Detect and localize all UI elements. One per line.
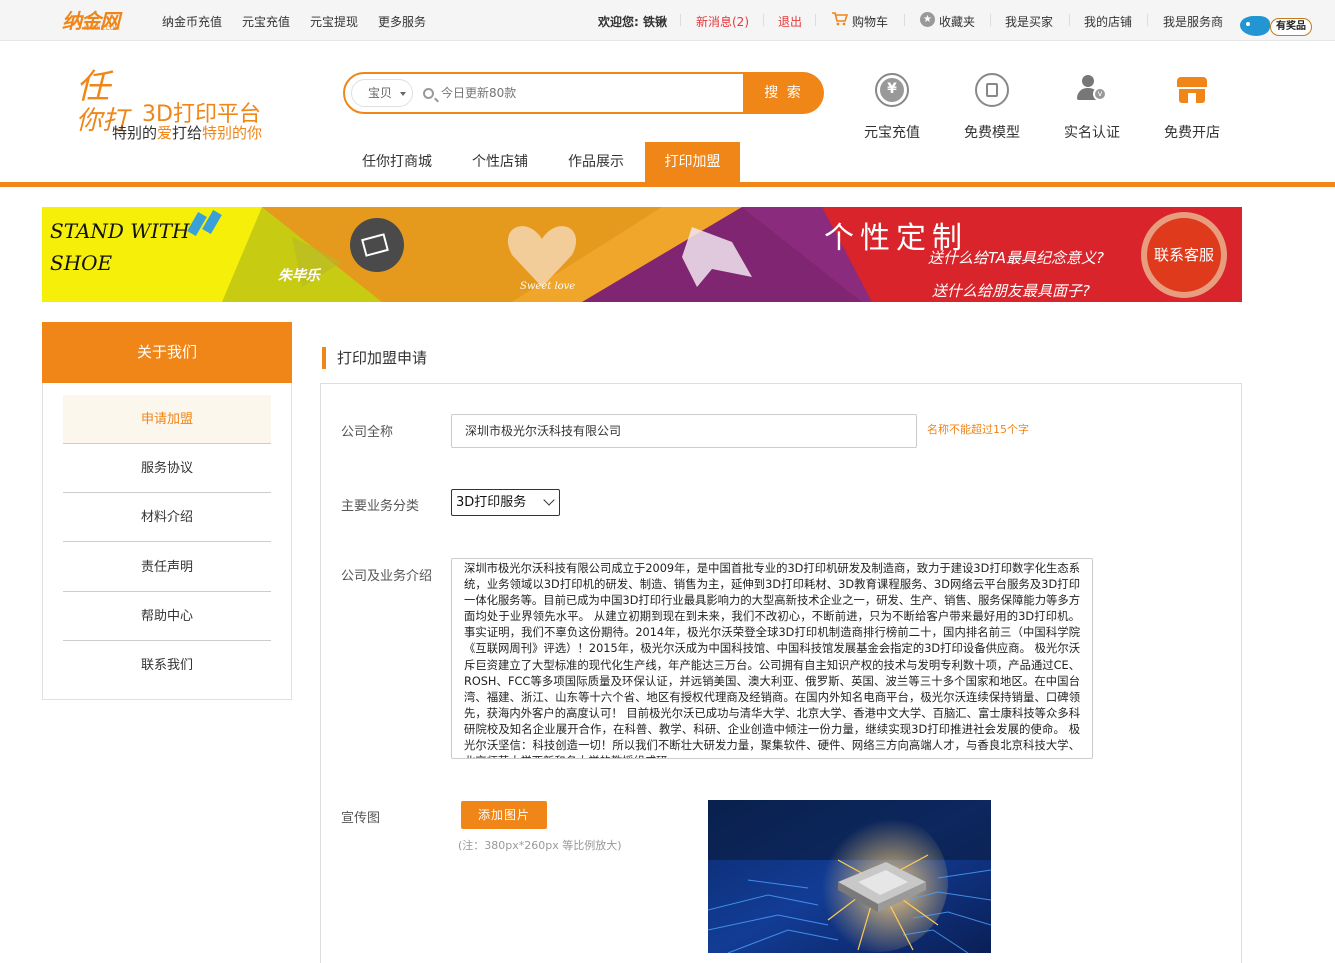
banner-heart-text: Sweet love xyxy=(520,281,576,292)
company-intro-label: 公司及业务介绍 xyxy=(341,569,433,584)
sidebar-item-service-agreement[interactable]: 服务协议 xyxy=(63,444,271,493)
link-coin-recharge[interactable]: 纳金币充值 xyxy=(162,13,222,30)
banner-line2: 送什么给朋友最具面子? xyxy=(932,282,1090,300)
dolphin-icon xyxy=(1240,16,1270,36)
user-verify-icon: v xyxy=(1075,73,1109,107)
caret-down-icon xyxy=(400,92,406,96)
divider xyxy=(904,14,905,26)
star-icon[interactable]: ★ xyxy=(920,12,935,27)
link-yuanbao-recharge[interactable]: 元宝充值 xyxy=(242,13,290,30)
top-bar: 纳金网 NARKII.COM 纳金币充值 元宝充值 元宝提现 更多服务 欢迎您:… xyxy=(0,0,1335,41)
shop-icon xyxy=(1175,73,1209,107)
link-cart[interactable]: 购物车 xyxy=(852,13,888,30)
search-field xyxy=(413,72,745,114)
quick-free-models[interactable]: 免费模型 xyxy=(957,73,1027,142)
yuan-icon: ¥ xyxy=(875,73,909,107)
search-icon xyxy=(423,88,434,99)
sidebar-item-contact[interactable]: 联系我们 xyxy=(63,641,271,690)
divider xyxy=(763,14,764,26)
banner-text-stand: STAND WITH xyxy=(50,219,190,243)
divider xyxy=(1147,14,1148,26)
search-button[interactable]: 搜 索 xyxy=(743,72,824,114)
search-category-select[interactable]: 宝贝 xyxy=(343,72,415,114)
banner-line1: 送什么给TA最具纪念意义? xyxy=(928,249,1105,267)
divider xyxy=(680,14,681,26)
reward-badge[interactable]: 有奖品 xyxy=(1240,14,1314,38)
nav-underline xyxy=(0,182,1335,187)
logo-slogan: 特别的爱打给特别的你 xyxy=(112,122,262,143)
quick-label: 免费开店 xyxy=(1164,125,1220,141)
slogan-part: 爱 xyxy=(157,124,173,142)
divider xyxy=(990,14,991,26)
quick-label: 实名认证 xyxy=(1064,125,1120,141)
reward-label: 有奖品 xyxy=(1270,18,1312,36)
sidebar: 关于我们 申请加盟 服务协议 材料介绍 责任声明 帮助中心 联系我们 xyxy=(42,322,292,700)
company-intro-textarea[interactable]: 深圳市极光尔沃科技有限公司成立于2009年，是中国首批专业的3D打印机研发及制造… xyxy=(451,558,1093,759)
search-category-value: 宝贝 xyxy=(368,86,393,100)
contact-service-button[interactable]: 联系客服 xyxy=(1141,212,1227,298)
slogan-part: 特别的你 xyxy=(202,124,263,142)
cart-icon[interactable] xyxy=(832,12,848,26)
add-image-button[interactable]: 添加图片 xyxy=(461,801,547,829)
site-logo-sub: NARKII.COM xyxy=(84,26,120,32)
link-favorites[interactable]: 收藏夹 xyxy=(939,13,975,30)
link-yuanbao-withdraw[interactable]: 元宝提现 xyxy=(310,13,358,30)
nav-personal-shops[interactable]: 个性店铺 xyxy=(453,142,547,183)
company-intro-text: 深圳市极光尔沃科技有限公司成立于2009年，是中国首批专业的3D打印机研发及制造… xyxy=(464,562,1080,758)
link-more-services[interactable]: 更多服务 xyxy=(378,13,426,30)
logo-mark-line1: 任 xyxy=(76,67,110,107)
search-input[interactable] xyxy=(441,74,731,112)
nav-works[interactable]: 作品展示 xyxy=(549,142,643,183)
banner-text-shoe: SHOE xyxy=(50,251,113,275)
platform-logo[interactable]: 任 你打 3D打印平台 特别的爱打给特别的你 xyxy=(72,68,272,148)
promo-image-label: 宣传图 xyxy=(341,811,381,826)
link-buyer[interactable]: 我是买家 xyxy=(1005,13,1053,30)
quick-real-name-verify[interactable]: v 实名认证 xyxy=(1057,73,1127,142)
divider xyxy=(815,14,816,26)
image-size-note: (注：380px*260px 等比例放大) xyxy=(458,839,622,852)
link-messages[interactable]: 新消息(2) xyxy=(696,13,749,30)
search-bar: 宝贝 搜 索 xyxy=(343,72,824,114)
business-category-value: 3D打印服务 xyxy=(456,495,527,510)
sidebar-item-disclaimer[interactable]: 责任声明 xyxy=(63,543,271,592)
promo-banner[interactable]: STAND WITH SHOE 朱毕乐 Sweet love 个性定制 送什么给… xyxy=(42,207,1242,302)
sidebar-item-help-center[interactable]: 帮助中心 xyxy=(63,592,271,641)
sidebar-item-apply-join[interactable]: 申请加盟 xyxy=(63,395,271,444)
nav-print-join[interactable]: 打印加盟 xyxy=(645,142,740,183)
quick-yuanbao-recharge[interactable]: ¥ 元宝充值 xyxy=(857,73,927,142)
slogan-part: 打给 xyxy=(172,124,203,142)
quick-label: 免费模型 xyxy=(964,125,1020,141)
link-provider[interactable]: 我是服务商 xyxy=(1163,13,1223,30)
cube-icon xyxy=(975,73,1009,107)
page-title: 打印加盟申请 xyxy=(322,347,427,369)
contact-service-label: 联系客服 xyxy=(1147,218,1221,292)
company-name-label: 公司全称 xyxy=(341,425,394,440)
business-category-select[interactable]: 3D打印服务 xyxy=(451,489,560,516)
divider xyxy=(1069,14,1070,26)
company-name-hint: 名称不能超过15个字 xyxy=(927,423,1029,436)
sidebar-title: 关于我们 xyxy=(42,322,292,383)
search-category-inner: 宝贝 xyxy=(351,79,413,107)
banner-brand: 朱毕乐 xyxy=(278,268,320,284)
link-logout[interactable]: 退出 xyxy=(778,13,802,30)
nav-mall[interactable]: 任你打商城 xyxy=(343,142,451,183)
sidebar-item-materials[interactable]: 材料介绍 xyxy=(63,493,271,542)
welcome-text: 欢迎您: 铁锹 xyxy=(598,15,667,29)
link-my-shop[interactable]: 我的店铺 xyxy=(1084,13,1132,30)
slogan-part: 特别的 xyxy=(112,124,158,142)
chevron-down-icon xyxy=(543,494,555,506)
site-logo[interactable]: 纳金网 NARKII.COM xyxy=(62,7,130,35)
business-category-label: 主要业务分类 xyxy=(341,499,420,514)
quick-label: 元宝充值 xyxy=(864,125,920,141)
quick-free-shop[interactable]: 免费开店 xyxy=(1157,73,1227,142)
company-name-input[interactable]: 深圳市极光尔沃科技有限公司 xyxy=(451,414,917,448)
promo-image xyxy=(708,800,991,953)
